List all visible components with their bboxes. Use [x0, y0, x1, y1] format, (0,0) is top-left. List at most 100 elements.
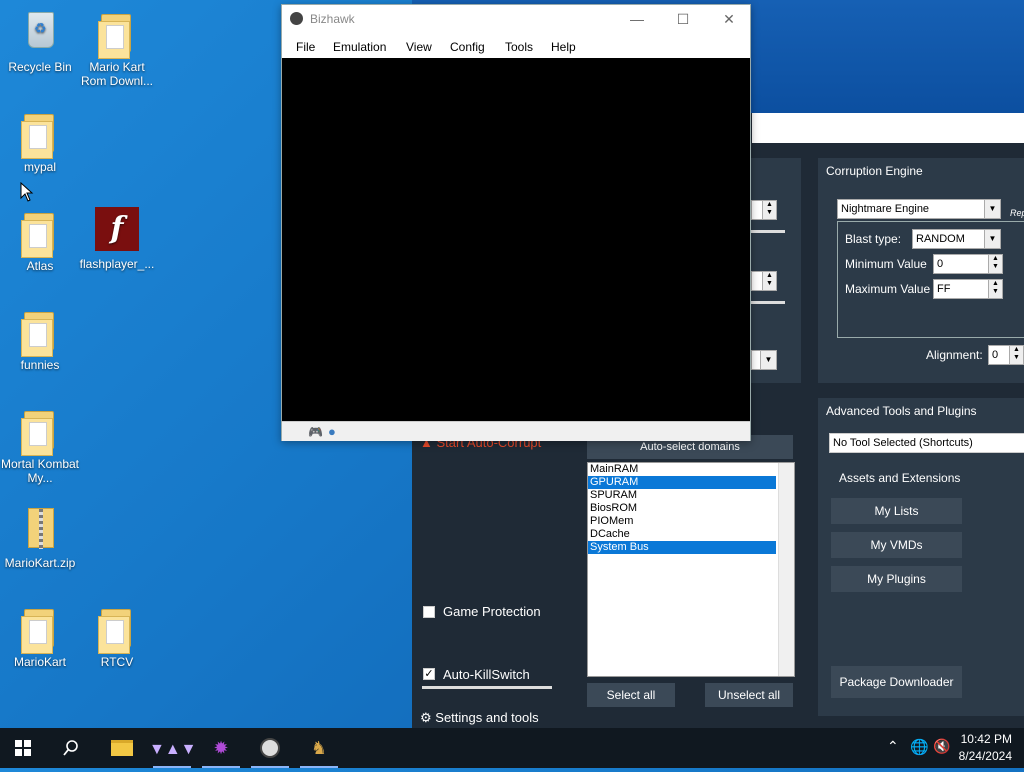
tool-select-dropdown[interactable]: No Tool Selected (Shortcuts): [829, 433, 1024, 453]
alignment-label: Alignment:: [926, 348, 983, 362]
search-button[interactable]: [48, 728, 94, 768]
close-button[interactable]: ✕: [706, 5, 752, 33]
unselect-all-button[interactable]: Unselect all: [705, 683, 793, 707]
bizhawk-title: Bizhawk: [310, 12, 355, 26]
emulator-screen[interactable]: [282, 58, 750, 421]
zip-icon: [16, 504, 64, 552]
desktop-icon-atlas[interactable]: Atlas: [0, 207, 80, 273]
list-item[interactable]: BiosROM: [588, 502, 776, 515]
minimize-button[interactable]: —: [614, 5, 660, 33]
slider-track-2[interactable]: [751, 301, 785, 304]
chevron-down-icon: ▼: [984, 200, 1000, 218]
engine-value: Nightmare Engine: [841, 203, 930, 215]
maximize-button[interactable]: ☐: [660, 5, 706, 33]
my-vmds-button[interactable]: My VMDs: [831, 532, 962, 558]
select-all-button[interactable]: Select all: [587, 683, 675, 707]
desktop-icon-label: Atlas: [26, 259, 54, 273]
bizhawk-app-icon: [290, 12, 303, 25]
network-icon[interactable]: 🌐: [910, 738, 929, 756]
advanced-tools-title: Advanced Tools and Plugins: [826, 404, 977, 418]
desktop-icon-flashplayer[interactable]: f flashplayer_...: [77, 205, 157, 271]
recycle-bin-icon: [16, 8, 64, 56]
folder-icon: [93, 603, 141, 654]
corruption-engine-panel: Corruption Engine Nightmare Engine▼ Rep …: [818, 158, 1024, 383]
my-lists-button[interactable]: My Lists: [831, 498, 962, 524]
bizhawk-icon: [260, 738, 280, 758]
menu-help[interactable]: Help: [551, 40, 576, 54]
bizhawk-title-bar[interactable]: Bizhawk — ☐ ✕: [282, 5, 750, 33]
minimum-value-label: Minimum Value: [845, 257, 927, 271]
controller-icon: 🎮: [308, 425, 323, 439]
menu-file[interactable]: File: [296, 40, 315, 54]
list-scrollbar[interactable]: [778, 463, 794, 676]
rtcv-icon: ▼▲▼: [149, 741, 197, 758]
clock[interactable]: 10:42 PM 8/24/2024: [959, 731, 1012, 765]
bizhawk-menu-bar: File Emulation View Config Tools Help: [282, 38, 750, 58]
mouse-cursor-icon: [20, 181, 34, 205]
show-hidden-icons-button[interactable]: ⌃: [887, 738, 899, 755]
spinner-arrows-icon[interactable]: ▲ ▼: [1009, 346, 1023, 364]
assets-extensions-title: Assets and Extensions: [839, 471, 961, 485]
spinner-arrows-icon[interactable]: ▲ ▼: [988, 280, 1002, 298]
hidden-dropdown[interactable]: ▼: [751, 350, 777, 370]
chevron-down-icon: ▼: [984, 230, 1000, 248]
folder-icon: [16, 405, 64, 456]
alignment-spinner[interactable]: 0 ▲ ▼: [988, 345, 1024, 365]
maximum-value: FF: [937, 283, 951, 295]
minimum-value-spinner[interactable]: 0 ▲ ▼: [933, 254, 1003, 274]
hidden-spin-2[interactable]: ▲ ▼: [751, 271, 777, 291]
desktop-icon-mariokart-zip[interactable]: MarioKart.zip: [0, 504, 80, 570]
killswitch-progress-bar: [422, 686, 552, 689]
desktop-icon-label: mypal: [23, 160, 56, 174]
game-protection-checkbox[interactable]: [423, 606, 435, 618]
blast-type-dropdown[interactable]: RANDOM ▼: [912, 229, 1001, 249]
auto-killswitch-checkbox[interactable]: ✓: [423, 668, 435, 680]
desktop-icon-label: MarioKart: [13, 655, 66, 669]
desktop-icon-funnies[interactable]: funnies: [0, 306, 80, 372]
menu-tools[interactable]: Tools: [505, 40, 533, 54]
rtcv-taskbar-button[interactable]: ▼▲▼: [149, 728, 197, 768]
package-downloader-button[interactable]: Package Downloader: [831, 666, 962, 698]
folder-icon: [16, 108, 64, 159]
settings-and-tools-button[interactable]: ⚙ Settings and tools: [420, 710, 539, 726]
bizhawk-taskbar-button[interactable]: [247, 728, 293, 768]
game-protection-label: Game Protection: [443, 604, 541, 619]
list-item[interactable]: PIOMem: [588, 515, 776, 528]
advanced-tools-panel: Advanced Tools and Plugins No Tool Selec…: [818, 398, 1024, 716]
spinner-arrows-icon[interactable]: ▲ ▼: [988, 255, 1002, 273]
my-plugins-button[interactable]: My Plugins: [831, 566, 962, 592]
list-item[interactable]: SPURAM: [588, 489, 776, 502]
file-explorer-taskbar-button[interactable]: [99, 728, 145, 768]
vanguard-taskbar-button[interactable]: ✹: [198, 728, 244, 768]
menu-emulation[interactable]: Emulation: [333, 40, 386, 54]
engine-dropdown[interactable]: Nightmare Engine ▼: [837, 199, 1001, 219]
desktop-icon-mario-kart-rom[interactable]: Mario Kart Rom Downl...: [77, 8, 157, 88]
menu-view[interactable]: View: [406, 40, 432, 54]
windows-icon: [15, 740, 31, 756]
slider-track-1[interactable]: [751, 230, 785, 233]
desktop-icon-mariokart[interactable]: MarioKart: [0, 603, 80, 669]
desktop-icon-mypal[interactable]: mypal: [0, 108, 80, 174]
rtc-general-parameters-panel: ▲ ▼ ▲ ▼ ▼: [751, 158, 801, 383]
maximum-value-spinner[interactable]: FF ▲ ▼: [933, 279, 1003, 299]
installer-icon: [93, 8, 141, 59]
list-item[interactable]: MainRAM: [588, 463, 776, 476]
list-item[interactable]: GPURAM: [588, 476, 776, 489]
folder-icon: [16, 603, 64, 654]
user-icon: ●: [328, 424, 336, 439]
folder-icon: [16, 207, 64, 258]
game-taskbar-button[interactable]: ♞: [296, 728, 342, 768]
raccoon-icon: ♞: [310, 738, 328, 758]
list-item[interactable]: DCache: [588, 528, 776, 541]
start-button[interactable]: [0, 728, 46, 768]
hidden-spin-1[interactable]: ▲ ▼: [751, 200, 777, 220]
volume-muted-icon[interactable]: 🔇: [933, 738, 950, 755]
alignment-value: 0: [992, 349, 999, 361]
menu-config[interactable]: Config: [450, 40, 485, 54]
gear-icon: ⚙: [420, 710, 432, 725]
desktop-icon-mortal-kombat[interactable]: Mortal Kombat My...: [0, 405, 80, 485]
desktop-icon-recycle-bin[interactable]: Recycle Bin: [0, 8, 80, 74]
memory-domains-list[interactable]: MainRAM GPURAM SPURAM BiosROM PIOMem DCa…: [587, 462, 795, 677]
list-item[interactable]: System Bus: [588, 541, 776, 554]
desktop-icon-rtcv[interactable]: RTCV: [77, 603, 157, 669]
